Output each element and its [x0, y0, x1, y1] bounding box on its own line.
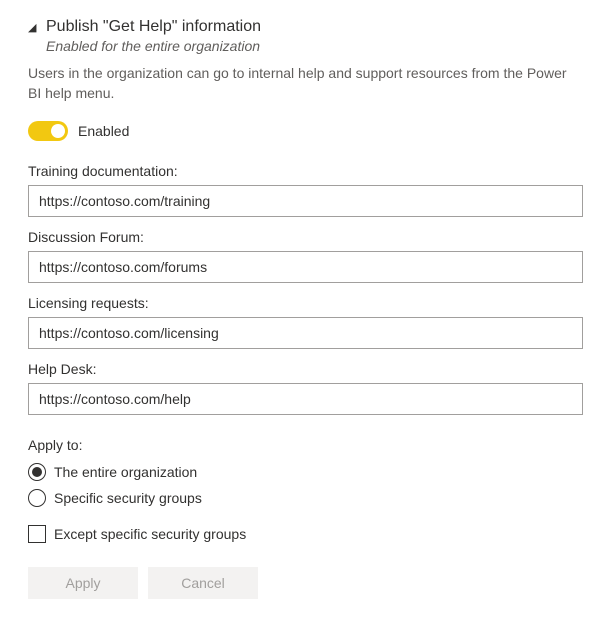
training-label: Training documentation: [28, 163, 583, 179]
checkbox-except-label: Except specific security groups [54, 526, 246, 542]
licensing-label: Licensing requests: [28, 295, 583, 311]
checkbox-except-groups[interactable]: Except specific security groups [28, 525, 583, 543]
forum-label: Discussion Forum: [28, 229, 583, 245]
radio-entire-org-label: The entire organization [54, 464, 197, 480]
collapse-arrow-icon[interactable]: ◢ [28, 21, 38, 34]
radio-icon [28, 489, 46, 507]
radio-specific-groups[interactable]: Specific security groups [28, 489, 583, 507]
helpdesk-label: Help Desk: [28, 361, 583, 377]
radio-icon [28, 463, 46, 481]
section-subtitle: Enabled for the entire organization [46, 38, 583, 54]
training-input[interactable] [28, 185, 583, 217]
toggle-thumb [51, 124, 65, 138]
cancel-button[interactable]: Cancel [148, 567, 258, 599]
toggle-state-label: Enabled [78, 123, 129, 139]
enabled-toggle[interactable] [28, 121, 68, 141]
section-description: Users in the organization can go to inte… [28, 64, 583, 103]
radio-specific-groups-label: Specific security groups [54, 490, 202, 506]
checkbox-icon [28, 525, 46, 543]
apply-to-label: Apply to: [28, 437, 583, 453]
forum-input[interactable] [28, 251, 583, 283]
apply-button[interactable]: Apply [28, 567, 138, 599]
section-title: Publish "Get Help" information [46, 18, 261, 36]
helpdesk-input[interactable] [28, 383, 583, 415]
radio-entire-org[interactable]: The entire organization [28, 463, 583, 481]
licensing-input[interactable] [28, 317, 583, 349]
